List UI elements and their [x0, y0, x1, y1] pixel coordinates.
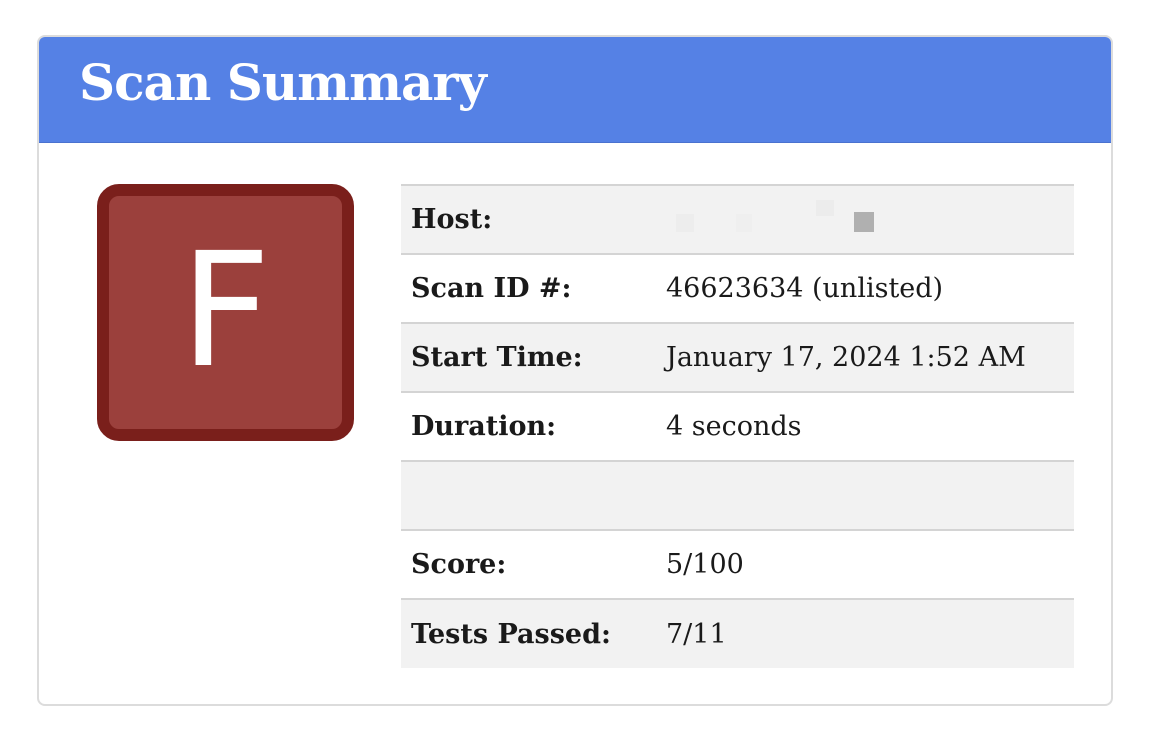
duration-label: Duration:: [401, 392, 666, 462]
host-value: [666, 185, 1074, 255]
table-row-tests-passed: Tests Passed: 7/11: [401, 599, 1074, 668]
tests-passed-value: 7/11: [666, 599, 1074, 668]
scan-id-value: 46623634 (unlisted): [666, 254, 1074, 324]
duration-value: 4 seconds: [666, 392, 1074, 462]
card-header: Scan Summary: [39, 37, 1111, 143]
scan-id-label: Scan ID #:: [401, 254, 666, 324]
table-row-blank: [401, 461, 1074, 531]
table-row-score: Score: 5/100: [401, 530, 1074, 600]
blank-label: [401, 461, 666, 531]
grade-letter: F: [180, 218, 271, 403]
grade-badge: F: [97, 184, 354, 441]
summary-table: Host: Scan ID #: 46623634 (unlisted) Sta…: [401, 184, 1074, 668]
host-label: Host:: [401, 185, 666, 255]
score-label: Score:: [401, 530, 666, 600]
table-row-start-time: Start Time: January 17, 2024 1:52 AM: [401, 323, 1074, 393]
table-row-duration: Duration: 4 seconds: [401, 392, 1074, 462]
start-time-value: January 17, 2024 1:52 AM: [666, 323, 1074, 393]
tests-passed-label: Tests Passed:: [401, 599, 666, 668]
blank-value: [666, 461, 1074, 531]
host-redacted-pixels: [666, 199, 886, 240]
table-row-host: Host:: [401, 185, 1074, 255]
score-value: 5/100: [666, 530, 1074, 600]
page-title: Scan Summary: [79, 53, 487, 112]
scan-summary-card: Scan Summary F Host: Scan ID #: 46623634: [37, 35, 1113, 706]
start-time-label: Start Time:: [401, 323, 666, 393]
table-row-scan-id: Scan ID #: 46623634 (unlisted): [401, 254, 1074, 324]
